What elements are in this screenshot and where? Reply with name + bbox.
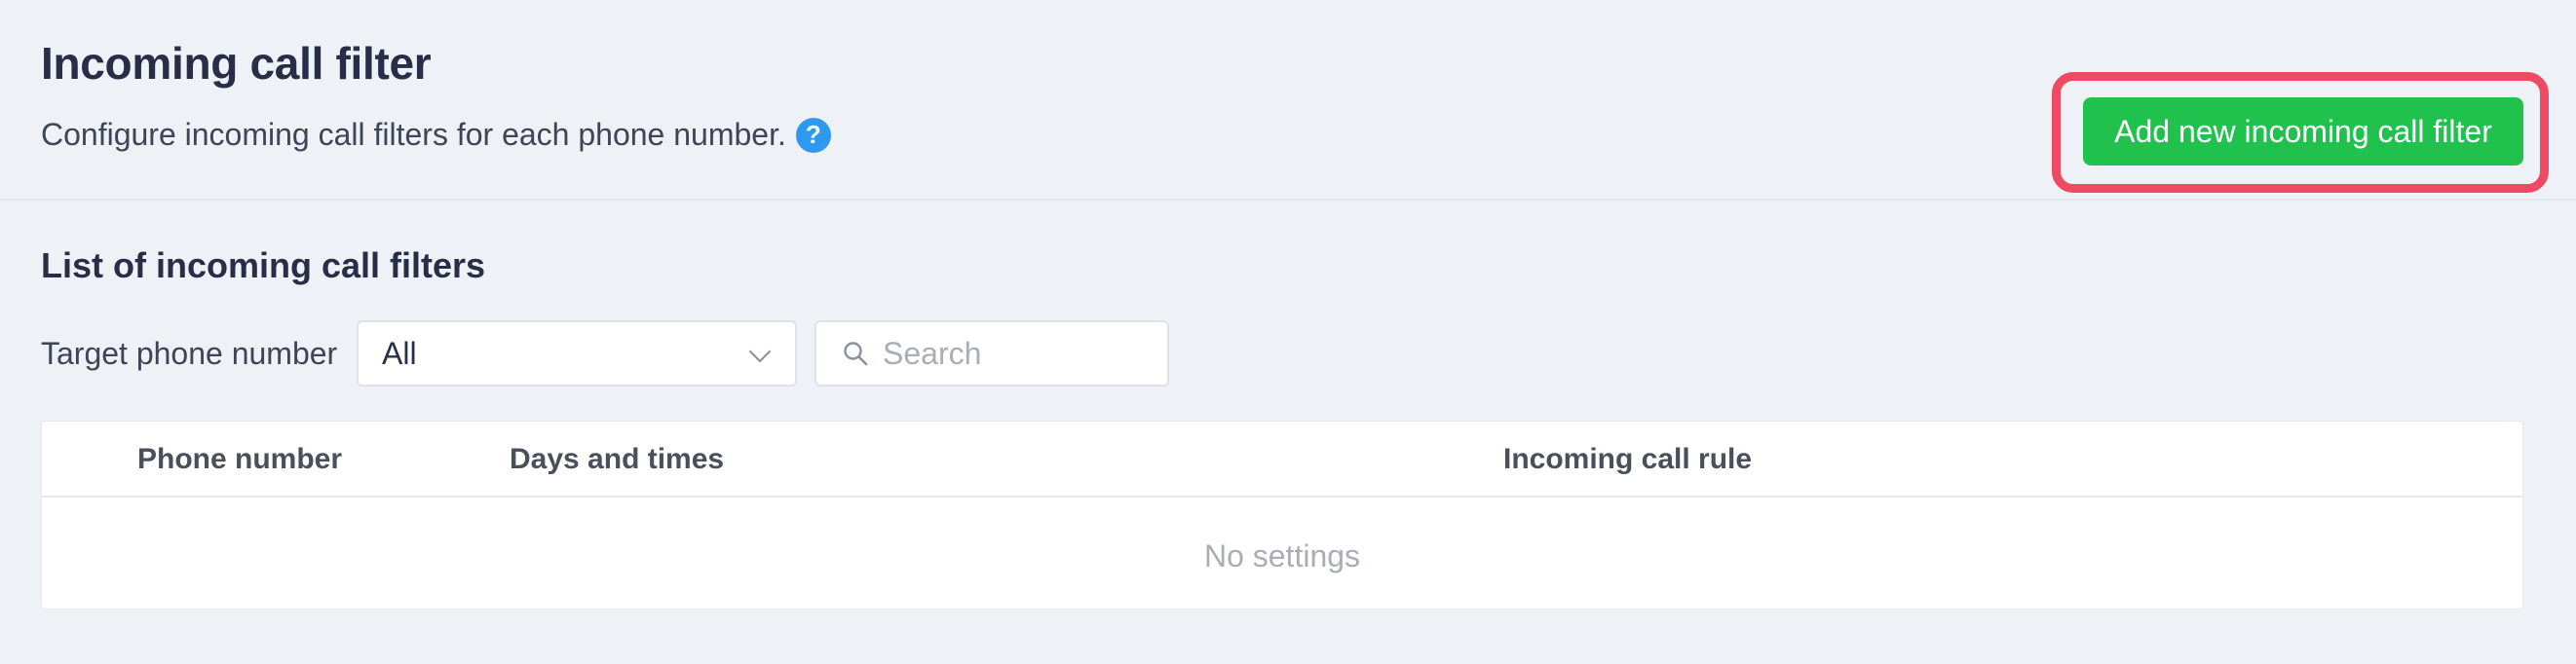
page: Incoming call filter Configure incoming … xyxy=(0,0,2576,664)
column-header-incoming-call-rule[interactable]: Incoming call rule xyxy=(1503,443,1752,476)
target-phone-number-select[interactable]: All xyxy=(357,320,797,387)
page-description-text: Configure incoming call filters for each… xyxy=(41,117,786,152)
help-icon[interactable]: ? xyxy=(795,117,831,153)
table-header: Phone number Days and times Incoming cal… xyxy=(42,422,2522,498)
select-value: All xyxy=(382,335,417,371)
column-header-phone-number[interactable]: Phone number xyxy=(137,443,342,476)
list-section-title: List of incoming call filters xyxy=(41,245,486,285)
page-header: Incoming call filter Configure incoming … xyxy=(0,0,2576,201)
search-box[interactable] xyxy=(814,320,1169,387)
page-title: Incoming call filter xyxy=(41,38,432,89)
empty-state-text: No settings xyxy=(1203,538,1361,573)
page-description: Configure incoming call filters for each… xyxy=(41,117,831,153)
add-incoming-call-filter-button[interactable]: Add new incoming call filter xyxy=(2083,97,2523,166)
filters-table: Phone number Days and times Incoming cal… xyxy=(41,421,2523,609)
target-phone-number-label: Target phone number xyxy=(41,336,338,371)
column-header-days-and-times[interactable]: Days and times xyxy=(510,443,724,476)
search-input[interactable] xyxy=(883,335,1155,372)
search-icon xyxy=(840,338,871,369)
chevron-down-icon xyxy=(748,340,772,363)
